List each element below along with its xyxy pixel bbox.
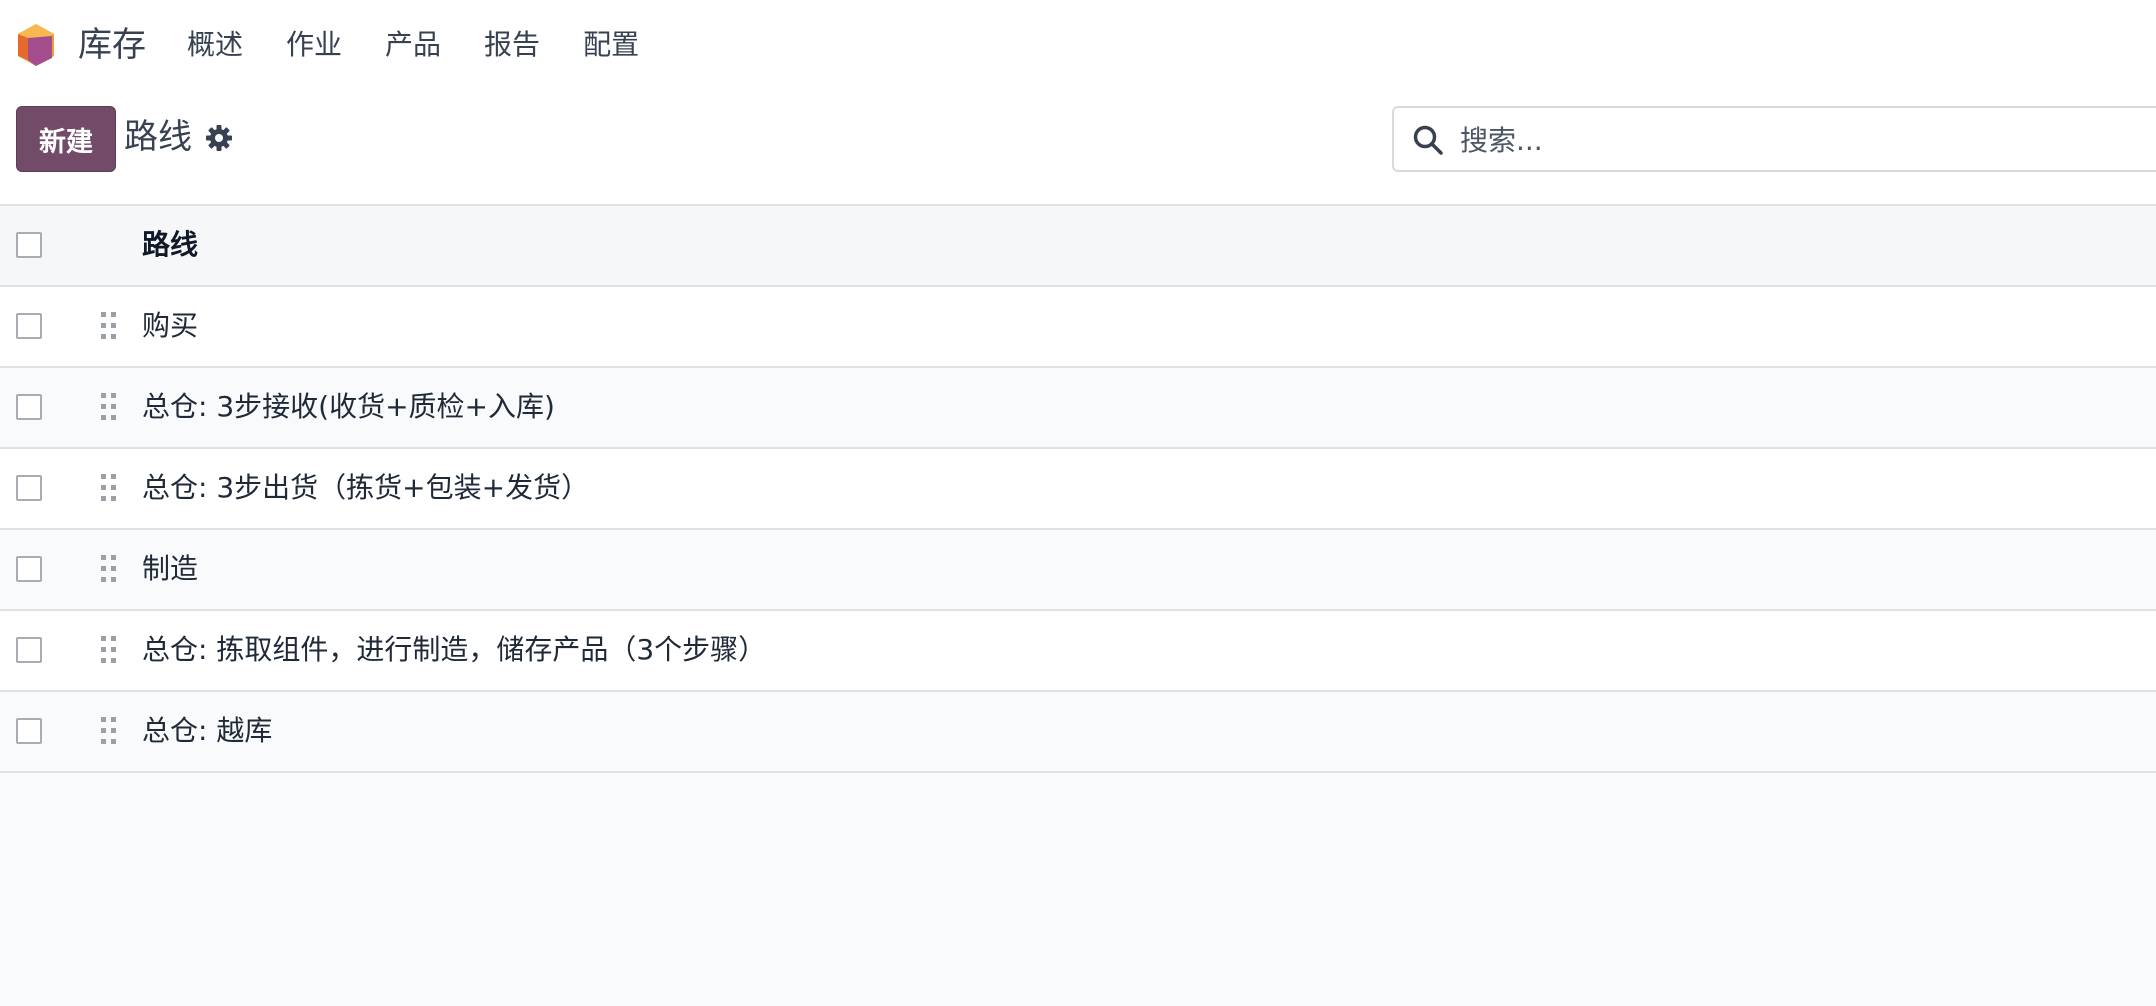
table-row[interactable]: 总仓: 3步接收(收货+质检+入库)	[0, 368, 2156, 449]
search-box[interactable]	[1392, 106, 2156, 172]
menu-item-operations[interactable]: 作业	[286, 24, 342, 66]
drag-handle-icon[interactable]	[101, 555, 117, 583]
table-header-row: 路线	[0, 204, 2156, 287]
row-checkbox[interactable]	[16, 394, 42, 420]
search-input[interactable]	[1458, 118, 2062, 162]
table-row[interactable]: 总仓: 3步出货（拣货+包装+发货）	[0, 449, 2156, 530]
route-name: 总仓: 3步出货（拣货+包装+发货）	[142, 471, 590, 504]
menu-item-reporting[interactable]: 报告	[484, 24, 540, 66]
route-name: 制造	[142, 552, 199, 585]
route-name: 总仓: 越库	[142, 714, 273, 747]
drag-handle-icon[interactable]	[101, 474, 117, 502]
select-all-checkbox[interactable]	[16, 232, 42, 258]
row-checkbox[interactable]	[16, 718, 42, 744]
row-checkbox[interactable]	[16, 475, 42, 501]
drag-handle-icon[interactable]	[101, 393, 117, 421]
main-menu: 概述 作业 产品 报告 配置	[187, 24, 682, 66]
new-button[interactable]: 新建	[16, 106, 116, 172]
page-title: 路线	[124, 117, 192, 157]
route-name: 购买	[142, 309, 199, 342]
menu-item-overview[interactable]: 概述	[187, 24, 243, 66]
app-name[interactable]: 库存	[78, 22, 146, 68]
table-row[interactable]: 制造	[0, 530, 2156, 611]
table-row[interactable]: 总仓: 越库	[0, 692, 2156, 773]
route-name: 总仓: 拣取组件，进行制造，储存产品（3个步骤）	[142, 633, 767, 666]
gear-icon[interactable]	[205, 124, 233, 152]
menu-item-configuration[interactable]: 配置	[583, 24, 639, 66]
menu-item-products[interactable]: 产品	[385, 24, 441, 66]
column-header-route[interactable]: 路线	[142, 224, 198, 266]
drag-handle-icon[interactable]	[101, 312, 117, 340]
drag-handle-icon[interactable]	[101, 717, 117, 745]
table-row[interactable]: 总仓: 拣取组件，进行制造，储存产品（3个步骤）	[0, 611, 2156, 692]
row-checkbox[interactable]	[16, 556, 42, 582]
app-logo-icon[interactable]	[16, 22, 56, 68]
top-navbar: 库存 概述 作业 产品 报告 配置	[0, 0, 2156, 88]
search-icon	[1413, 125, 1443, 155]
row-checkbox[interactable]	[16, 637, 42, 663]
table-row[interactable]: 购买	[0, 287, 2156, 368]
drag-handle-icon[interactable]	[101, 636, 117, 664]
routes-list-table: 路线 购买 总仓: 3步接收(收货+质检+入库) 总仓: 3步出货（拣货+包装+…	[0, 204, 2156, 773]
control-panel: 新建 路线	[0, 88, 2156, 204]
row-checkbox[interactable]	[16, 313, 42, 339]
route-name: 总仓: 3步接收(收货+质检+入库)	[142, 390, 555, 423]
